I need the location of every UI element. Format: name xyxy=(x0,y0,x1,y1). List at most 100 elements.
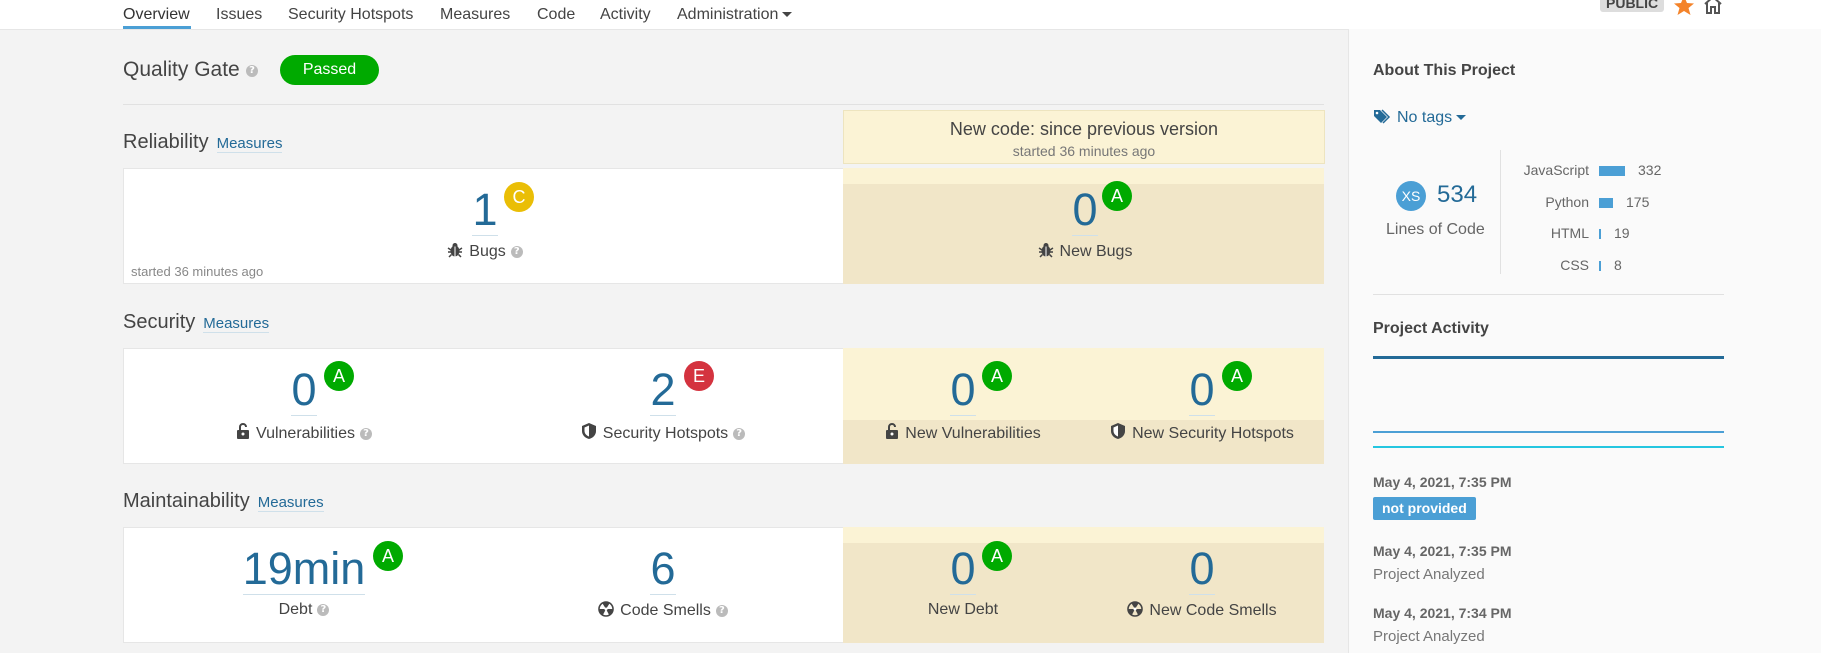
sidebar-divider xyxy=(1373,294,1724,295)
code-smells-label: Code Smells xyxy=(620,602,711,619)
bugs-value[interactable]: 1 xyxy=(380,184,590,236)
activity-date: May 4, 2021, 7:35 PM xyxy=(1373,474,1512,490)
tags-label: No tags xyxy=(1397,109,1453,126)
lines-of-code-label: Lines of Code xyxy=(1386,221,1485,238)
reliability-section-title: Reliability Measures xyxy=(123,131,283,154)
maintainability-measures-link[interactable]: Measures xyxy=(257,494,324,512)
started-note: started 36 minutes ago xyxy=(131,264,264,279)
reliability-measures-link[interactable]: Measures xyxy=(216,135,283,153)
new-vulnerabilities-metric: 0 New Vulnerabilities xyxy=(858,364,1068,443)
security-hotspots-label-row: Security Hotspots? xyxy=(558,422,768,443)
activity-date: May 4, 2021, 7:34 PM xyxy=(1373,605,1512,621)
vulnerabilities-value[interactable]: 0 xyxy=(199,364,409,416)
tab-administration[interactable]: Administration xyxy=(677,6,793,24)
new-code-smells-metric: 0 New Code Smells xyxy=(1082,543,1322,620)
vulnerabilities-label-row: Vulnerabilities? xyxy=(199,422,409,443)
vulnerabilities-metric: 0 Vulnerabilities? xyxy=(199,364,409,443)
new-debt-label: New Debt xyxy=(927,601,999,618)
language-line-count: 8 xyxy=(1614,257,1622,273)
bugs-metric: 1 Bugs? xyxy=(380,184,590,261)
code-smell-icon xyxy=(1127,601,1144,617)
shield-icon xyxy=(581,423,596,439)
bugs-rating-badge[interactable]: C xyxy=(504,182,534,212)
tab-code[interactable]: Code xyxy=(537,6,575,24)
new-security-hotspots-label: New Security Hotspots xyxy=(1132,425,1294,442)
visibility-badge: PUBLIC xyxy=(1600,0,1665,12)
code-smells-label-row: Code Smells? xyxy=(558,601,768,620)
language-name: HTML xyxy=(1550,225,1589,241)
security-hotspots-metric: 2 Security Hotspots? xyxy=(558,364,768,443)
code-smells-metric: 6 Code Smells? xyxy=(558,543,768,620)
language-bar xyxy=(1599,229,1601,239)
new-code-smells-label-row: New Code Smells xyxy=(1082,601,1322,620)
language-bar xyxy=(1599,198,1613,208)
new-bugs-value[interactable]: 0 xyxy=(980,184,1190,236)
home-icon[interactable] xyxy=(1702,0,1724,16)
tab-issues[interactable]: Issues xyxy=(216,6,262,24)
activity-version-badge: not provided xyxy=(1373,497,1476,520)
tab-measures[interactable]: Measures xyxy=(440,6,510,24)
language-line-count: 175 xyxy=(1626,194,1650,210)
vulnerabilities-label: Vulnerabilities xyxy=(255,425,355,442)
unlock-icon xyxy=(236,423,249,439)
new-security-hotspots-metric: 0 New Security Hotspots xyxy=(1082,364,1322,443)
security-section-title: Security Measures xyxy=(123,311,270,334)
activity-graph-line xyxy=(1373,356,1724,359)
vulnerabilities-rating-badge[interactable]: A xyxy=(324,361,354,391)
new-code-smells-label: New Code Smells xyxy=(1149,602,1277,619)
tags-dropdown[interactable]: No tags xyxy=(1373,109,1467,127)
new-code-header: New code: since previous version started… xyxy=(843,110,1325,164)
new-code-smells-value[interactable]: 0 xyxy=(1082,543,1322,595)
quality-gate-label: Quality Gate xyxy=(123,58,240,81)
new-vulnerabilities-rating-badge[interactable]: A xyxy=(982,361,1012,391)
new-debt-value[interactable]: 0 xyxy=(858,543,1068,595)
help-icon[interactable]: ? xyxy=(360,427,372,440)
top-navigation: Overview Issues Security Hotspots Measur… xyxy=(0,0,1821,30)
reliability-title: Reliability xyxy=(123,131,209,153)
tab-security-hotspots[interactable]: Security Hotspots xyxy=(288,6,413,24)
debt-label: Debt xyxy=(278,601,313,618)
activity-description: Project Analyzed xyxy=(1373,566,1485,583)
debt-rating-badge[interactable]: A xyxy=(373,541,403,571)
bug-icon xyxy=(447,243,463,258)
security-hotspots-rating-badge[interactable]: E xyxy=(684,361,714,391)
bugs-label-row: Bugs? xyxy=(380,242,590,261)
security-hotspots-value[interactable]: 2 xyxy=(558,364,768,416)
help-icon[interactable]: ? xyxy=(715,604,728,617)
active-tab-indicator xyxy=(123,26,191,29)
new-vulnerabilities-value[interactable]: 0 xyxy=(858,364,1068,416)
activity-date: May 4, 2021, 7:35 PM xyxy=(1373,543,1512,559)
new-vulnerabilities-label: New Vulnerabilities xyxy=(905,425,1041,442)
new-debt-metric: 0 New Debt xyxy=(858,543,1068,619)
activity-description: Project Analyzed xyxy=(1373,628,1485,645)
language-bar xyxy=(1599,166,1625,176)
lines-of-code-value[interactable]: 534 xyxy=(1437,181,1477,209)
new-bugs-rating-badge[interactable]: A xyxy=(1102,181,1132,211)
new-bugs-metric: 0 New Bugs xyxy=(980,184,1190,261)
help-icon[interactable]: ? xyxy=(510,245,523,258)
bugs-label: Bugs xyxy=(469,243,506,260)
language-line-count: 332 xyxy=(1638,162,1662,178)
help-icon[interactable]: ? xyxy=(246,65,258,77)
maintainability-title: Maintainability xyxy=(123,490,250,512)
new-debt-rating-badge[interactable]: A xyxy=(982,541,1012,571)
new-vulnerabilities-label-row: New Vulnerabilities xyxy=(858,422,1068,443)
about-project-title: About This Project xyxy=(1373,62,1516,79)
section-divider xyxy=(123,104,1324,105)
quality-gate-status-badge: Passed xyxy=(280,55,379,85)
new-security-hotspots-value[interactable]: 0 xyxy=(1082,364,1322,416)
tab-activity[interactable]: Activity xyxy=(600,6,651,24)
new-bugs-label-row: New Bugs xyxy=(980,242,1190,261)
new-security-hotspots-rating-badge[interactable]: A xyxy=(1222,361,1252,391)
help-icon[interactable]: ? xyxy=(317,603,330,616)
chevron-down-icon xyxy=(782,12,793,18)
favorite-star-icon[interactable] xyxy=(1672,0,1696,18)
security-measures-link[interactable]: Measures xyxy=(203,315,270,333)
project-size-badge: XS xyxy=(1396,181,1426,211)
code-smells-value[interactable]: 6 xyxy=(558,543,768,595)
tab-overview[interactable]: Overview xyxy=(123,6,190,24)
bug-icon xyxy=(1038,243,1053,258)
activity-graph-line xyxy=(1373,431,1724,433)
security-hotspots-label: Security Hotspots xyxy=(602,425,729,442)
help-icon[interactable]: ? xyxy=(733,427,746,440)
